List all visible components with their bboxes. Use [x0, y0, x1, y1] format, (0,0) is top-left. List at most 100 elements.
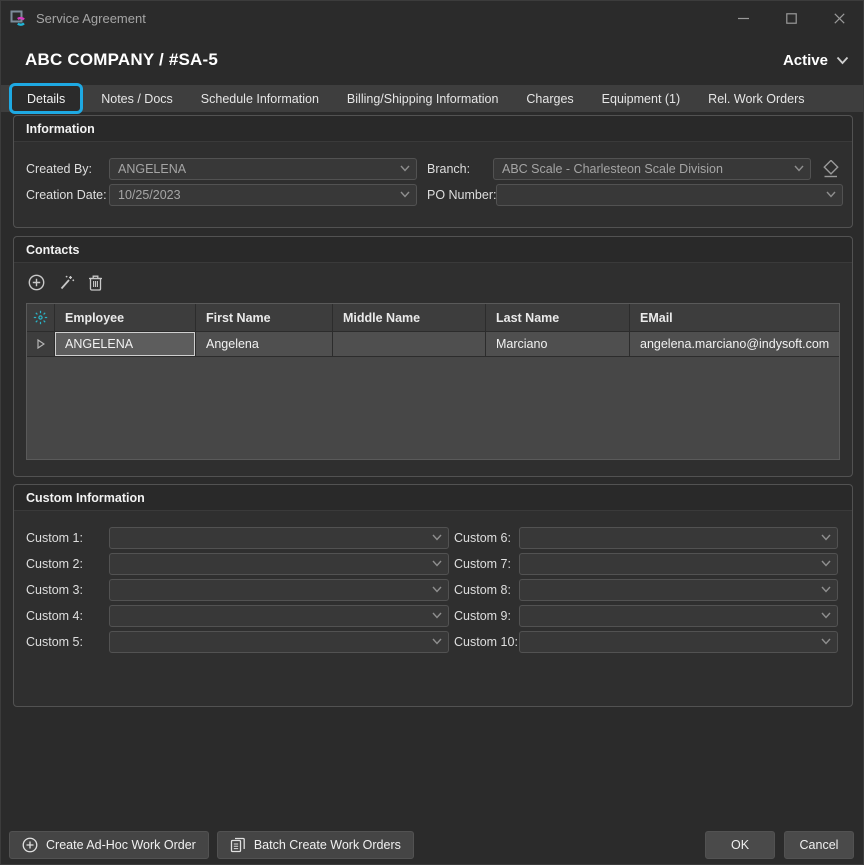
chevron-down-icon: [400, 191, 410, 198]
table-row[interactable]: ANGELENA Angelena Marciano angelena.marc…: [27, 332, 839, 357]
custom-3-label: Custom 3:: [26, 583, 109, 597]
clear-branch-button[interactable]: [820, 160, 841, 179]
tab-billing-shipping-information[interactable]: Billing/Shipping Information: [333, 85, 512, 112]
ok-button[interactable]: OK: [705, 831, 775, 859]
custom-1-dropdown[interactable]: [109, 527, 449, 549]
footer-left-actions: Create Ad-Hoc Work Order Batch Create Wo…: [9, 831, 414, 859]
add-circle-icon: [22, 837, 38, 853]
tab-schedule-information[interactable]: Schedule Information: [187, 85, 333, 112]
maximize-button[interactable]: [767, 1, 815, 35]
column-header-email[interactable]: EMail: [630, 304, 839, 332]
tab-charges[interactable]: Charges: [512, 85, 587, 112]
custom-10-dropdown[interactable]: [519, 631, 838, 653]
chevron-down-icon: [821, 586, 831, 593]
custom-5-dropdown[interactable]: [109, 631, 449, 653]
custom-6-label: Custom 6:: [454, 531, 519, 545]
custom-5-label: Custom 5:: [26, 635, 109, 649]
custom-2-label: Custom 2:: [26, 557, 109, 571]
trash-icon: [88, 274, 103, 291]
custom-10-label: Custom 10:: [454, 635, 519, 649]
row-indicator: [27, 332, 55, 357]
custom-row-3: Custom 3: Custom 8:: [26, 579, 838, 601]
chevron-down-icon: [432, 612, 442, 619]
branch-label: Branch:: [427, 162, 493, 176]
custom-9-label: Custom 9:: [454, 609, 519, 623]
close-button[interactable]: [815, 1, 863, 35]
status-value: Active: [783, 52, 828, 69]
creation-date-label: Creation Date:: [26, 188, 109, 202]
custom-2-dropdown[interactable]: [109, 553, 449, 575]
cell-email[interactable]: angelena.marciano@indysoft.com: [630, 332, 839, 357]
custom-3-dropdown[interactable]: [109, 579, 449, 601]
custom-information-panel-header: Custom Information: [14, 485, 852, 511]
information-panel: Information Created By: ANGELENA Branch:…: [13, 115, 853, 228]
custom-8-label: Custom 8:: [454, 583, 519, 597]
column-header-first-name[interactable]: First Name: [196, 304, 333, 332]
creation-date-value: 10/25/2023: [118, 188, 181, 202]
chevron-down-icon: [794, 165, 804, 172]
information-panel-header: Information: [14, 116, 852, 142]
window-controls: [719, 1, 863, 35]
minimize-button[interactable]: [719, 1, 767, 35]
custom-information-panel: Custom Information Custom 1: Custom 6: Cus…: [13, 484, 853, 707]
tab-notes-docs[interactable]: Notes / Docs: [87, 85, 187, 112]
status-dropdown[interactable]: Active: [783, 52, 849, 69]
tab-details[interactable]: Details: [9, 83, 83, 114]
create-adhoc-work-order-button[interactable]: Create Ad-Hoc Work Order: [9, 831, 209, 859]
column-header-middle-name[interactable]: Middle Name: [333, 304, 486, 332]
contacts-panel: Contacts: [13, 236, 853, 477]
chevron-down-icon: [821, 638, 831, 645]
service-agreement-window: Service Agreement ABC COMPANY / #SA-5 Ac…: [0, 0, 864, 865]
chevron-down-icon: [432, 534, 442, 541]
chevron-down-icon: [821, 534, 831, 541]
tab-rel-work-orders[interactable]: Rel. Work Orders: [694, 85, 818, 112]
custom-7-dropdown[interactable]: [519, 553, 838, 575]
delete-contact-button[interactable]: [88, 274, 103, 291]
tab-equipment[interactable]: Equipment (1): [588, 85, 695, 112]
information-row-2: Creation Date: 10/25/2023 PO Number:: [26, 184, 840, 206]
column-header-last-name[interactable]: Last Name: [486, 304, 630, 332]
chevron-down-icon: [821, 560, 831, 567]
branch-value: ABC Scale - Charlesteon Scale Division: [502, 162, 723, 176]
custom-9-dropdown[interactable]: [519, 605, 838, 627]
custom-4-label: Custom 4:: [26, 609, 109, 623]
column-header-employee[interactable]: Employee: [55, 304, 196, 332]
custom-6-dropdown[interactable]: [519, 527, 838, 549]
contacts-grid-header-row: Employee First Name Middle Name Last Nam…: [27, 304, 839, 332]
cell-first-name[interactable]: Angelena: [196, 332, 333, 357]
footer-right-actions: OK Cancel: [705, 831, 854, 859]
cell-middle-name[interactable]: [333, 332, 486, 357]
custom-4-dropdown[interactable]: [109, 605, 449, 627]
creation-date-dropdown[interactable]: 10/25/2023: [109, 184, 417, 206]
auto-fill-contact-button[interactable]: [58, 274, 75, 291]
custom-8-dropdown[interactable]: [519, 579, 838, 601]
po-number-dropdown[interactable]: [496, 184, 843, 206]
information-row-1: Created By: ANGELENA Branch: ABC Scale -…: [26, 158, 840, 180]
custom-row-2: Custom 2:Custom 7:: [26, 553, 838, 575]
app-logo-icon: [10, 10, 27, 27]
titlebar: Service Agreement: [1, 1, 863, 35]
grid-empty-area: [27, 357, 839, 459]
grid-customize-button[interactable]: [27, 304, 55, 332]
row-selector-triangle-icon: [37, 339, 45, 349]
cell-last-name[interactable]: Marciano: [486, 332, 630, 357]
batch-create-work-orders-button[interactable]: Batch Create Work Orders: [217, 831, 414, 859]
cancel-button[interactable]: Cancel: [784, 831, 854, 859]
custom-1-label: Custom 1:: [26, 531, 109, 545]
magic-wand-icon: [58, 274, 75, 291]
branch-dropdown[interactable]: ABC Scale - Charlesteon Scale Division: [493, 158, 811, 180]
created-by-label: Created By:: [26, 162, 109, 176]
chevron-down-icon: [836, 56, 849, 65]
contacts-grid: Employee First Name Middle Name Last Nam…: [26, 303, 840, 460]
customize-sun-icon: [33, 310, 48, 325]
chevron-down-icon: [826, 191, 836, 198]
created-by-value: ANGELENA: [118, 162, 186, 176]
chevron-down-icon: [821, 612, 831, 619]
contacts-title: Contacts: [26, 243, 79, 257]
created-by-dropdown[interactable]: ANGELENA: [109, 158, 417, 180]
add-contact-button[interactable]: [28, 274, 45, 291]
chevron-down-icon: [432, 586, 442, 593]
cell-employee[interactable]: ANGELENA: [55, 332, 196, 357]
document-header: ABC COMPANY / #SA-5 Active: [25, 45, 849, 75]
page-title: ABC COMPANY / #SA-5: [25, 50, 218, 70]
